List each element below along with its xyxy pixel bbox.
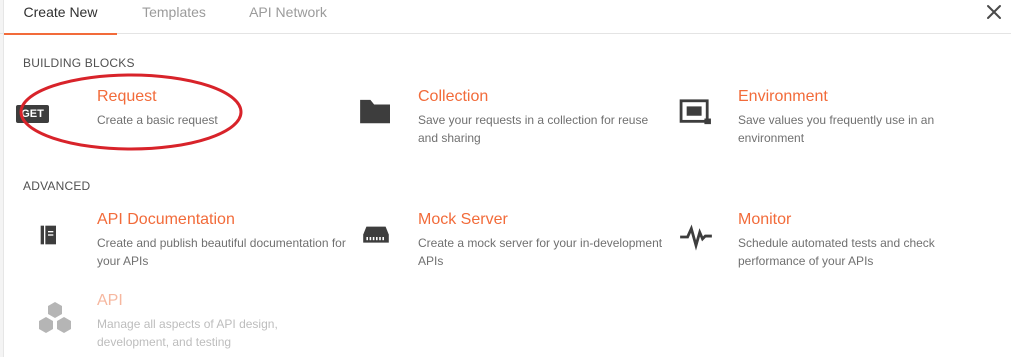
background-strip [0, 0, 4, 357]
card-api-documentation[interactable]: API Documentation Create and publish bea… [23, 211, 346, 281]
tab-api-network[interactable]: API Network [246, 0, 330, 34]
section-title-building-blocks: BUILDING BLOCKS [23, 56, 135, 70]
card-collection[interactable]: Collection Save your requests in a colle… [344, 88, 648, 158]
card-title: API [97, 292, 123, 309]
card-description: Schedule automated tests and check perfo… [738, 236, 935, 268]
card-environment[interactable]: Environment Save values you frequently u… [664, 88, 964, 158]
get-badge-icon: GET [16, 105, 49, 123]
tab-templates[interactable]: Templates [139, 0, 209, 34]
book-icon [40, 225, 56, 245]
card-description: Save your requests in a collection for r… [418, 113, 649, 145]
environment-icon [679, 99, 711, 125]
tab-bar: Create New Templates API Network [0, 0, 1011, 35]
card-description: Create a basic request [97, 113, 218, 127]
card-title: API Documentation [97, 211, 235, 228]
folder-icon [360, 99, 390, 124]
card-title: Mock Server [418, 211, 508, 228]
close-icon[interactable] [984, 2, 1004, 22]
card-mock-server[interactable]: Mock Server Create a mock server for you… [344, 211, 662, 281]
server-icon [363, 226, 389, 243]
card-monitor[interactable]: Monitor Schedule automated tests and che… [664, 211, 964, 281]
card-description: Save values you frequently use in an env… [738, 113, 935, 145]
card-description: Create and publish beautiful documentati… [97, 236, 346, 268]
card-title: Request [97, 88, 157, 105]
card-title: Monitor [738, 211, 792, 228]
card-title: Collection [418, 88, 489, 105]
hexagons-icon [39, 302, 71, 333]
tab-create-new[interactable]: Create New [4, 0, 117, 35]
card-request[interactable]: Request Create a basic request [23, 88, 323, 158]
section-title-advanced: ADVANCED [23, 179, 91, 193]
pulse-icon [680, 224, 712, 251]
card-description: Manage all aspects of API design, develo… [97, 317, 278, 349]
card-api[interactable]: API Manage all aspects of API design, de… [23, 292, 323, 357]
card-title: Environment [738, 88, 828, 105]
card-description: Create a mock server for your in-develop… [418, 236, 663, 268]
